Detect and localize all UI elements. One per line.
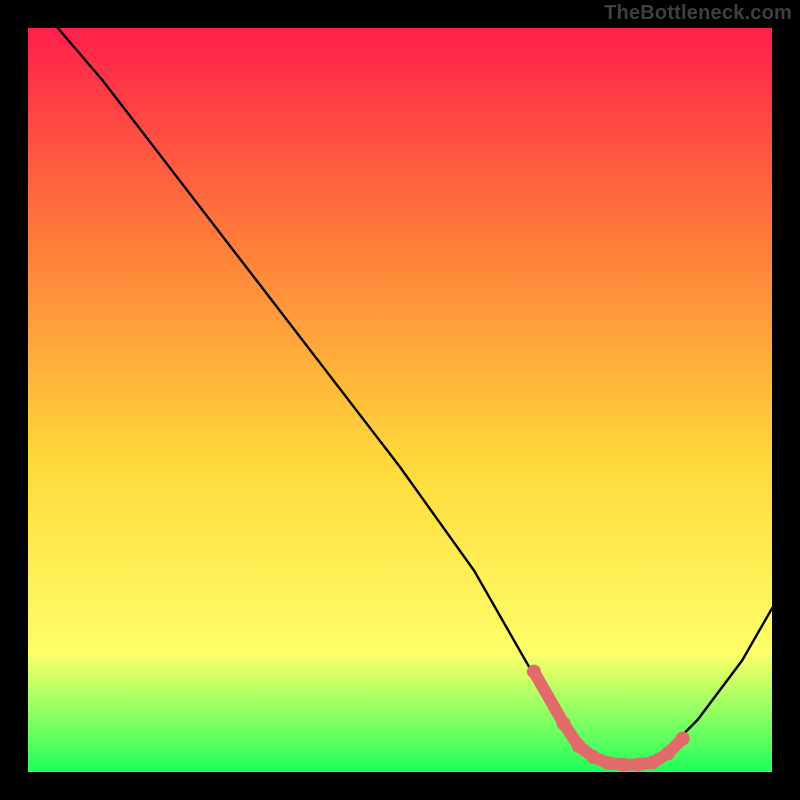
sweet-spot-dot — [631, 758, 645, 772]
sweet-spot-dot — [676, 732, 690, 746]
chart-stage: TheBottleneck.com — [0, 0, 800, 800]
sweet-spot-dot — [616, 758, 630, 772]
sweet-spot-dot — [601, 756, 615, 770]
sweet-spot-dot — [557, 717, 571, 731]
plot-area — [28, 28, 772, 772]
sweet-spot-dot — [586, 750, 600, 764]
watermark-text: TheBottleneck.com — [604, 2, 792, 25]
sweet-spot-dot — [646, 755, 660, 769]
bottleneck-chart — [0, 0, 800, 800]
sweet-spot-dot — [527, 665, 541, 679]
sweet-spot-dot — [661, 746, 675, 760]
sweet-spot-dot — [572, 739, 586, 753]
